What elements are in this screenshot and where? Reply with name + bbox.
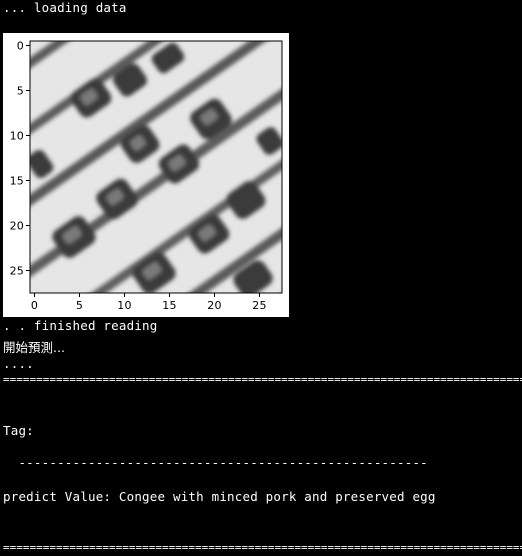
x-tick-label: 0	[31, 299, 38, 312]
separator-line: ========================================…	[3, 373, 522, 386]
x-tick-label: 25	[252, 299, 266, 312]
y-tick-label: 10	[10, 130, 24, 143]
final-separator-line: ========================================…	[3, 541, 522, 554]
image-preview-figure: 0 5 10 15 20 25 0 5 10 15 20 25	[3, 33, 289, 317]
progress-dots-line: ....	[3, 356, 34, 371]
predict-value-line: predict Value: Congee with minced pork a…	[3, 489, 436, 504]
y-tick-label: 20	[10, 220, 24, 233]
x-tick-label: 5	[76, 299, 83, 312]
tag-label: Tag:	[3, 423, 34, 438]
image-preview-plot: 0 5 10 15 20 25 0 5 10 15 20 25	[10, 40, 283, 312]
x-tick-label: 20	[207, 299, 221, 312]
x-tick-label: 15	[162, 299, 176, 312]
y-tick-label: 0	[17, 40, 24, 53]
x-axis-ticks: 0 5 10 15 20 25	[31, 293, 267, 312]
y-tick-label: 15	[10, 175, 24, 188]
x-tick-label: 10	[117, 299, 131, 312]
loading-status-line: ... loading data	[3, 0, 127, 15]
tag-dash-line: ----------------------------------------…	[3, 455, 428, 470]
predict-start-line: 開始預測...	[3, 340, 65, 355]
y-axis-ticks: 0 5 10 15 20 25	[10, 40, 30, 278]
y-tick-label: 5	[17, 85, 24, 98]
finished-reading-line: . . finished reading	[3, 318, 158, 333]
y-tick-label: 25	[10, 265, 24, 278]
